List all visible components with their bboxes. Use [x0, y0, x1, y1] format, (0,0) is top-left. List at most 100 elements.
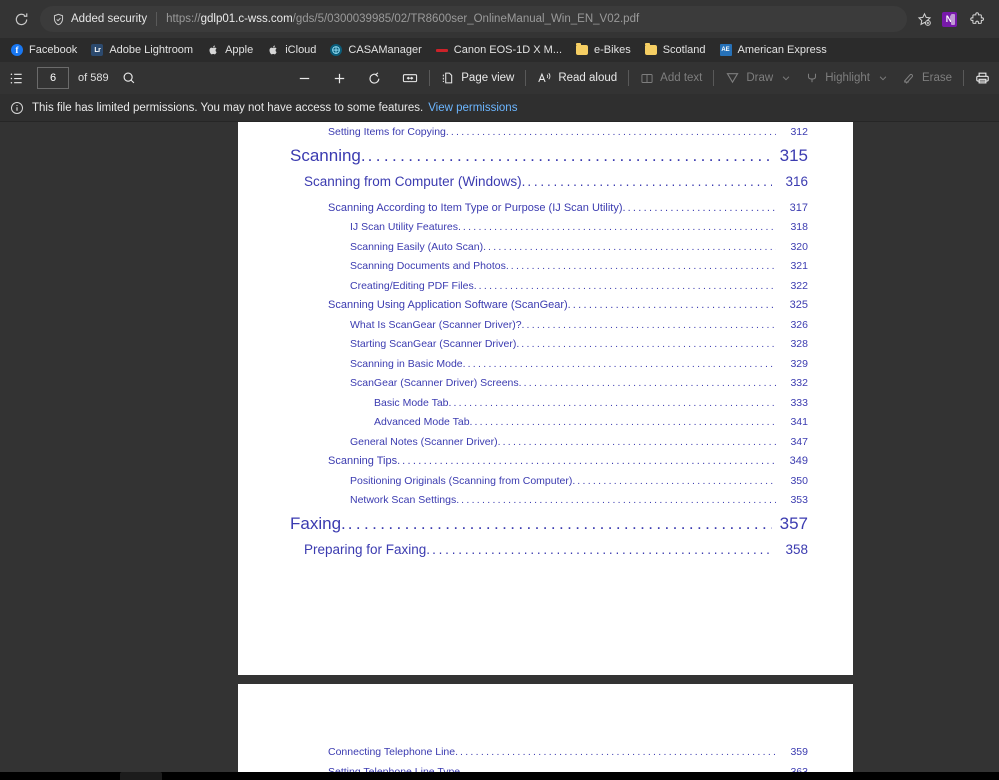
toc-entry[interactable]: Starting ScanGear (Scanner Driver)......…	[238, 338, 853, 358]
onenote-icon[interactable]: N	[935, 5, 963, 33]
zoom-out-button[interactable]	[292, 66, 317, 90]
draw-options-chevron[interactable]	[778, 66, 794, 90]
taskbar-strip	[0, 772, 999, 780]
erase-icon	[902, 71, 916, 85]
toc-entry[interactable]: Setting Items for Copying...............…	[238, 126, 853, 146]
bookmark-casamanager[interactable]: CASAManager	[323, 40, 428, 60]
toc-leader-dots: ........................................…	[367, 145, 772, 165]
highlight-button[interactable]: Highlight	[800, 66, 875, 90]
page-view-button[interactable]: Page view	[436, 66, 519, 90]
toc-leader-dots: ........................................…	[402, 455, 776, 467]
vertical-scrollbar[interactable]	[995, 122, 999, 780]
apple-icon	[207, 44, 219, 56]
draw-icon	[725, 71, 740, 85]
print-button[interactable]	[970, 66, 995, 90]
toc-entry-page: 321	[790, 260, 808, 272]
bookmark-folder-e-bikes[interactable]: e-Bikes	[569, 40, 638, 60]
pdf-page-6[interactable]: Setting Items for Copying...............…	[238, 122, 853, 675]
toc-entry-page: 333	[790, 396, 808, 409]
permissions-infobar: This file has limited permissions. You m…	[0, 94, 999, 122]
toc-entry[interactable]: Scanning Documents and Photos...........…	[238, 260, 853, 280]
draw-label: Draw	[746, 72, 774, 84]
pdf-toolbar: 6 of 589 Page view Read aloud Add text D…	[0, 62, 999, 94]
toc-entry[interactable]: Network Scan Settings...................…	[238, 494, 853, 514]
toc-leader-dots: ........................................…	[467, 357, 776, 370]
toc-entry[interactable]: General Notes (Scanner Driver)..........…	[238, 436, 853, 456]
toc-entry-title: Connecting Telephone Line.	[328, 746, 458, 758]
add-text-button[interactable]: Add text	[635, 66, 707, 90]
bookmark-label: Apple	[225, 44, 254, 56]
bookmark-adobe-lightroom[interactable]: Lr Adobe Lightroom	[84, 40, 200, 60]
table-of-contents-icon[interactable]	[4, 66, 29, 90]
toc-entry[interactable]: What Is ScanGear (Scanner Driver)?......…	[238, 319, 853, 339]
view-permissions-link[interactable]: View permissions	[428, 102, 517, 114]
extensions-puzzle-icon[interactable]	[963, 5, 991, 33]
toc-entry-page: 357	[779, 513, 808, 533]
toc-entry[interactable]: ScanGear (Scanner Driver) Screens.......…	[238, 377, 853, 397]
toc-entry-title: Scanning.	[290, 145, 366, 165]
bookmark-label: Canon EOS-1D X M...	[453, 44, 563, 56]
browser-window: Added security https://gdlp01.c-wss.com/…	[0, 0, 999, 780]
pdf-viewer[interactable]: Setting Items for Copying...............…	[0, 122, 999, 780]
rotate-icon[interactable]	[362, 66, 387, 90]
toc-entry[interactable]: Faxing..................................…	[238, 514, 853, 542]
toc-leader-dots: ........................................…	[347, 513, 772, 533]
toc-entry[interactable]: Scanning Tips...........................…	[238, 455, 853, 475]
bookmark-label: e-Bikes	[594, 44, 631, 56]
info-circle-icon	[10, 101, 24, 115]
add-text-icon	[640, 72, 654, 85]
toc-entry-title: ScanGear (Scanner Driver) Screens.	[350, 377, 522, 389]
highlight-icon	[805, 71, 819, 85]
url-host: gdlp01.c-wss.com	[200, 13, 293, 25]
toc-entry[interactable]: Scanning in Basic Mode..................…	[238, 358, 853, 378]
toc-entry[interactable]: Scanning from Computer (Windows)........…	[238, 174, 853, 202]
toc-leader-dots: ........................................…	[462, 221, 776, 233]
toc-entry-page: 332	[790, 377, 808, 389]
bookmark-icloud[interactable]: iCloud	[260, 40, 323, 60]
toc-entry[interactable]: Creating/Editing PDF Files..............…	[238, 280, 853, 300]
toc-leader-dots: ........................................…	[572, 299, 776, 311]
zoom-in-button[interactable]	[327, 66, 352, 90]
highlight-options-chevron[interactable]	[875, 66, 891, 90]
fit-to-width-icon[interactable]	[397, 66, 423, 90]
toc-entry[interactable]: Scanning Easily (Auto Scan).............…	[238, 241, 853, 261]
toc-leader-dots: ........................................…	[527, 173, 772, 189]
page-number-input[interactable]: 6	[37, 67, 69, 89]
toc-entry[interactable]: Preparing for Faxing....................…	[238, 542, 853, 570]
star-add-icon[interactable]	[913, 8, 935, 30]
bookmark-folder-scotland[interactable]: Scotland	[638, 40, 713, 60]
toc-entry-title: Network Scan Settings.	[350, 494, 460, 506]
bookmark-american-express[interactable]: AE American Express	[713, 40, 834, 60]
toc-entry-title: Scanning in Basic Mode.	[350, 357, 466, 370]
search-icon[interactable]	[117, 66, 141, 90]
amex-icon: AE	[719, 44, 732, 56]
toc-entry-page: 325	[789, 299, 808, 311]
toc-leader-dots: ........................................…	[460, 746, 776, 758]
page-total-label: of 589	[78, 72, 109, 84]
toc-entry[interactable]: Positioning Originals (Scanning from Com…	[238, 475, 853, 495]
pdf-page-7[interactable]: Connecting Telephone Line...............…	[238, 684, 853, 780]
toc-leader-dots: ........................................…	[521, 338, 776, 350]
toc-entry[interactable]: Advanced Mode Tab.......................…	[238, 416, 853, 436]
erase-label: Erase	[921, 72, 952, 84]
toc-entry[interactable]: Basic Mode Tab..........................…	[238, 397, 853, 417]
read-aloud-button[interactable]: Read aloud	[532, 66, 622, 90]
toc-entry-page: 326	[790, 318, 808, 331]
bookmark-apple[interactable]: Apple	[200, 40, 260, 60]
folder-icon	[644, 43, 657, 56]
toc-entry[interactable]: Scanning................................…	[238, 146, 853, 174]
omnibox[interactable]: Added security https://gdlp01.c-wss.com/…	[40, 6, 907, 32]
toc-entry-title: Scanning from Computer (Windows).	[304, 173, 526, 189]
draw-button[interactable]: Draw	[720, 66, 778, 90]
toc-entry[interactable]: Scanning According to Item Type or Purpo…	[238, 202, 853, 222]
bookmark-canon-eos[interactable]: Canon EOS-1D X M...	[429, 40, 569, 60]
toc-entry[interactable]: Scanning Using Application Software (Sca…	[238, 299, 853, 319]
toc-leader-dots: ........................................…	[474, 416, 776, 428]
toc-leader-dots: ........................................…	[453, 396, 776, 409]
toc-leader-dots: ........................................…	[450, 126, 776, 138]
toc-entry[interactable]: IJ Scan Utility Features................…	[238, 221, 853, 241]
refresh-icon[interactable]	[8, 6, 34, 32]
erase-button[interactable]: Erase	[897, 66, 957, 90]
toc-entry[interactable]: Connecting Telephone Line...............…	[238, 746, 853, 766]
bookmark-facebook[interactable]: f Facebook	[4, 40, 84, 60]
